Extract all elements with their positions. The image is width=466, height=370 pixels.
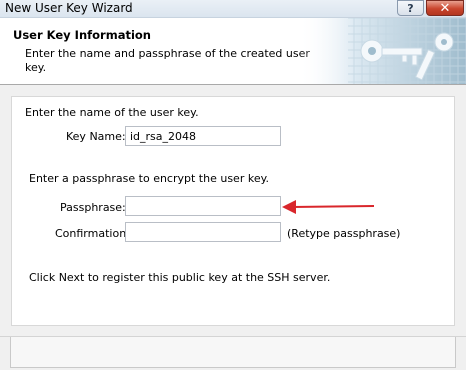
confirmation-input[interactable] bbox=[125, 222, 281, 242]
arrow-head bbox=[282, 200, 296, 214]
name-instruction: Enter the name of the user key. bbox=[25, 106, 199, 119]
title-bar[interactable]: New User Key Wizard ? ✕ bbox=[0, 0, 466, 18]
window-title: New User Key Wizard bbox=[5, 1, 133, 15]
confirmation-label: Confirmation: bbox=[55, 227, 130, 240]
retype-hint: (Retype passphrase) bbox=[287, 227, 401, 240]
passphrase-label: Passphrase: bbox=[60, 201, 126, 214]
arrow-shaft bbox=[291, 205, 375, 208]
close-icon: ✕ bbox=[439, 1, 451, 16]
help-button[interactable]: ? bbox=[397, 0, 424, 16]
page-description: Enter the name and passphrase of the cre… bbox=[25, 47, 310, 74]
annotation-arrow bbox=[282, 200, 375, 214]
passphrase-input[interactable] bbox=[125, 196, 281, 216]
help-icon: ? bbox=[407, 2, 414, 15]
button-bar bbox=[10, 337, 456, 368]
key-name-label: Key Name: bbox=[66, 130, 126, 143]
wizard-header: User Key Information Enter the name and … bbox=[0, 18, 466, 85]
key-name-input[interactable] bbox=[125, 126, 281, 146]
close-button[interactable]: ✕ bbox=[426, 0, 464, 16]
page-title: User Key Information bbox=[13, 28, 151, 42]
next-instruction: Click Next to register this public key a… bbox=[29, 271, 331, 284]
keys-icon bbox=[298, 18, 466, 84]
passphrase-instruction: Enter a passphrase to encrypt the user k… bbox=[29, 172, 270, 185]
wizard-window: New User Key Wizard ? ✕ User Key Informa… bbox=[0, 0, 466, 370]
